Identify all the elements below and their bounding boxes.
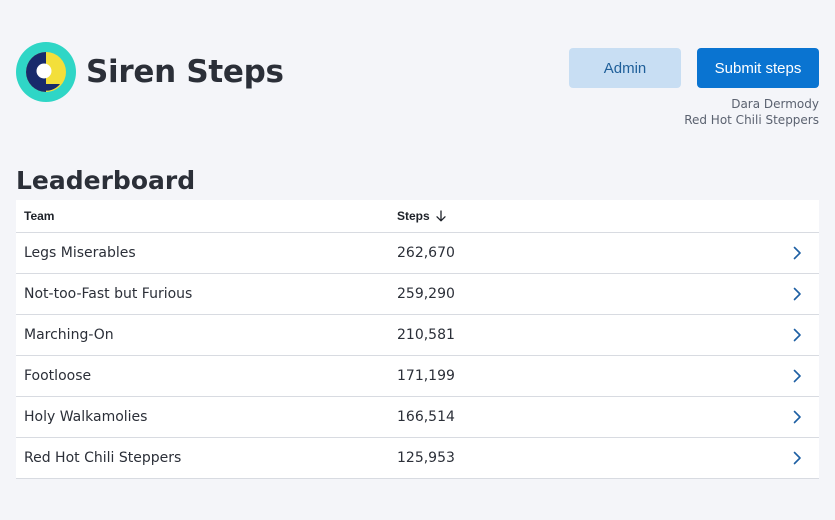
team-name: Red Hot Chili Steppers [24, 450, 182, 466]
chevron-right-icon[interactable] [779, 369, 819, 383]
siren-logo-icon [16, 42, 76, 102]
team-steps: 210,581 [397, 327, 455, 343]
chevron-right-icon[interactable] [779, 451, 819, 465]
header-actions: Admin Submit steps [569, 48, 819, 88]
table-body: Legs Miserables 262,670 Not-too-Fast but F… [16, 233, 819, 479]
arrow-down-icon [436, 210, 446, 222]
submit-steps-button[interactable]: Submit steps [697, 48, 819, 88]
admin-button[interactable]: Admin [569, 48, 681, 88]
table-row[interactable]: Legs Miserables 262,670 [16, 233, 819, 274]
table-row[interactable]: Red Hot Chili Steppers 125,953 [16, 438, 819, 479]
column-header-team[interactable]: Team [16, 209, 397, 223]
table-header: Team Steps [16, 200, 819, 233]
column-header-steps-label: Steps [397, 209, 430, 223]
chevron-right-icon[interactable] [779, 328, 819, 342]
app-title: Siren Steps [86, 54, 284, 90]
user-name: Dara Dermody [731, 97, 819, 111]
user-team: Red Hot Chili Steppers [684, 113, 819, 127]
team-name: Holy Walkamolies [24, 409, 148, 425]
column-header-steps[interactable]: Steps [397, 209, 819, 223]
app-header: Siren Steps Admin Submit steps Dara Derm… [16, 42, 819, 132]
chevron-right-icon[interactable] [779, 246, 819, 260]
team-steps: 166,514 [397, 409, 455, 425]
chevron-right-icon[interactable] [779, 287, 819, 301]
brand: Siren Steps [16, 42, 284, 102]
table-row[interactable]: Marching-On 210,581 [16, 315, 819, 356]
team-steps: 125,953 [397, 450, 455, 466]
table-row[interactable]: Footloose 171,199 [16, 356, 819, 397]
team-steps: 259,290 [397, 286, 455, 302]
leaderboard-title: Leaderboard [16, 166, 196, 195]
team-name: Not-too-Fast but Furious [24, 286, 193, 302]
team-name: Legs Miserables [24, 245, 136, 261]
team-name: Marching-On [24, 327, 114, 343]
table-row[interactable]: Holy Walkamolies 166,514 [16, 397, 819, 438]
team-steps: 171,199 [397, 368, 455, 384]
team-name: Footloose [24, 368, 92, 384]
table-row[interactable]: Not-too-Fast but Furious 259,290 [16, 274, 819, 315]
user-info: Dara Dermody Red Hot Chili Steppers [684, 96, 819, 128]
chevron-right-icon[interactable] [779, 410, 819, 424]
leaderboard-table: Team Steps Legs Miserables 262,670 Not-too… [16, 200, 819, 479]
team-steps: 262,670 [397, 245, 455, 261]
